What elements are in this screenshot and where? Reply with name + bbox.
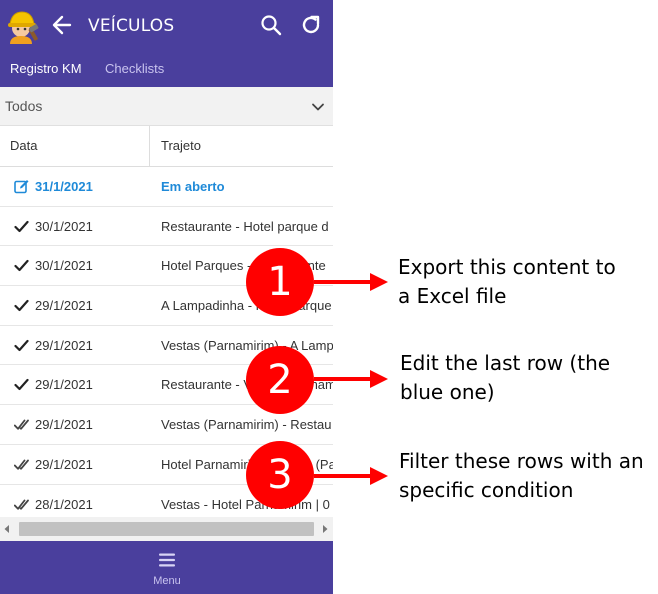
column-header-data[interactable]: Data [10, 138, 37, 153]
callout-arrow-2 [314, 370, 388, 388]
annotation-text-2: Edit the last row (the blue one) [400, 349, 610, 407]
callout-marker-3: 3 [246, 441, 314, 509]
edit-icon[interactable] [14, 179, 29, 194]
table-row[interactable]: 31/1/2021 Em aberto [0, 167, 333, 207]
row-date: 31/1/2021 [35, 179, 93, 194]
hamburger-menu-icon [159, 553, 175, 567]
callout-arrow-1 [314, 273, 388, 291]
filter-selected-value: Todos [5, 98, 43, 114]
annotation-line: Export this content to [398, 255, 616, 279]
annotation-text-3: Filter these rows with an specific condi… [399, 447, 644, 505]
row-date: 28/1/2021 [35, 496, 93, 512]
row-date: 29/1/2021 [35, 298, 93, 314]
column-divider [149, 126, 150, 167]
check-icon [14, 220, 29, 232]
double-check-icon [14, 419, 29, 430]
row-date: 30/1/2021 [35, 218, 93, 234]
page-title: VEÍCULOS [88, 16, 175, 36]
table-row[interactable]: 30/1/2021 Restaurante - Hotel parque d [0, 207, 333, 247]
table-header: Data Trajeto [0, 126, 333, 167]
menu-label: Menu [153, 575, 181, 587]
row-date: 30/1/2021 [35, 258, 93, 274]
annotation-line: Edit the last row (the [400, 351, 611, 375]
row-route: Vestas (Parnamirim) - Restau [161, 417, 332, 433]
row-route: Vestas (Parnamirim) - A Lamp [161, 337, 333, 353]
row-date: 29/1/2021 [35, 377, 93, 393]
callout-arrow-3 [314, 467, 388, 485]
callout-marker-1: 1 [246, 248, 314, 316]
annotation-line: blue one) [400, 380, 495, 404]
row-route: Vestas - Hotel Parnamirim | 0 [161, 496, 330, 512]
scroll-left-arrow-icon[interactable] [3, 524, 11, 534]
app-header: VEÍCULOS Registro KM Checklists [0, 0, 333, 87]
column-header-trajeto[interactable]: Trajeto [161, 138, 201, 153]
chevron-down-icon [312, 103, 324, 111]
annotation-line: a Excel file [398, 284, 507, 308]
scroll-right-arrow-icon[interactable] [321, 524, 329, 534]
row-route: Em aberto [161, 179, 225, 194]
worker-helmet-logo-icon [8, 11, 39, 44]
bottom-navigation: Menu [0, 541, 333, 594]
check-icon [14, 299, 29, 312]
check-icon [14, 260, 29, 272]
annotation-text-1: Export this content to a Excel file [398, 253, 616, 311]
callout-marker-2: 2 [246, 346, 314, 414]
refresh-icon[interactable] [299, 13, 323, 37]
row-date: 29/1/2021 [35, 417, 93, 433]
annotation-line: Filter these rows with an [399, 449, 644, 473]
menu-button[interactable]: Menu [140, 549, 194, 591]
check-icon [14, 379, 29, 391]
double-check-icon [14, 499, 29, 510]
horizontal-scrollbar[interactable] [0, 517, 333, 541]
row-date: 29/1/2021 [35, 337, 93, 353]
annotation-line: specific condition [399, 478, 574, 502]
row-route: Restaurante - Hotel parque d [161, 218, 329, 234]
filter-dropdown[interactable]: Todos [0, 87, 333, 126]
double-check-icon [14, 459, 29, 470]
check-icon [14, 339, 29, 351]
back-arrow-icon[interactable] [50, 12, 74, 38]
tab-checklists[interactable]: Checklists [105, 61, 164, 76]
row-date: 29/1/2021 [35, 456, 93, 472]
tab-registro-km[interactable]: Registro KM [10, 61, 82, 76]
search-icon[interactable] [260, 14, 282, 36]
scrollbar-thumb[interactable] [19, 522, 314, 536]
